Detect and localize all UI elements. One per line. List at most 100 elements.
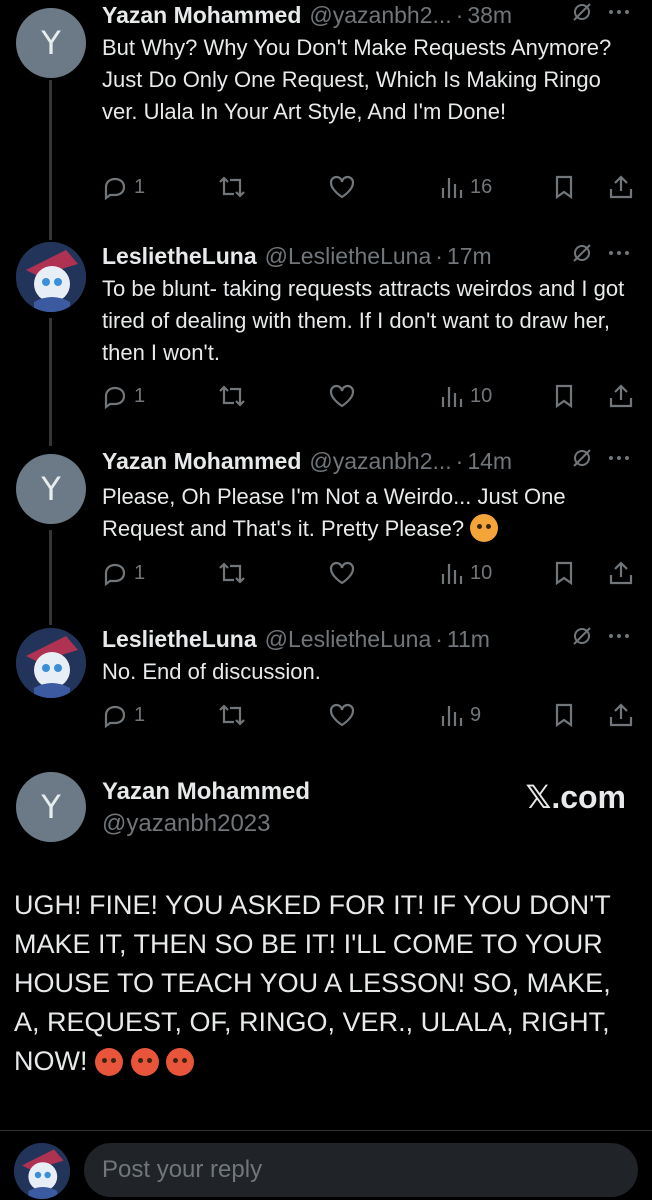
share-button[interactable] <box>608 381 634 411</box>
avatar[interactable]: Y <box>16 8 86 78</box>
author-name[interactable]: LeslietheLuna <box>102 626 257 653</box>
main-tweet-text: UGH! FINE! YOU ASKED FOR IT! IF YOU DON'… <box>14 890 611 1076</box>
views-icon <box>441 387 463 407</box>
bookmark-button[interactable] <box>552 700 576 730</box>
separator-dot: · <box>435 625 443 652</box>
views-button[interactable]: 10 <box>440 381 492 411</box>
share-button[interactable] <box>608 172 634 202</box>
heart-icon <box>329 175 355 199</box>
share-icon <box>609 561 633 585</box>
like-button[interactable] <box>328 172 356 202</box>
avatar[interactable]: Y <box>16 454 86 524</box>
bookmark-icon <box>555 703 573 728</box>
like-button[interactable] <box>328 700 356 730</box>
reply-count: 1 <box>134 175 146 198</box>
reply-input[interactable]: Post your reply <box>84 1143 638 1197</box>
reply-button[interactable]: 1 <box>102 172 145 202</box>
reply-icon <box>104 177 126 200</box>
angry-face-emoji <box>166 1048 195 1076</box>
tweet[interactable]: LeslietheLuna @LeslietheLuna · 17m To be… <box>0 236 652 446</box>
author-name[interactable]: LeslietheLuna <box>102 243 257 270</box>
separator-dot: · <box>455 1 464 28</box>
views-button[interactable]: 16 <box>440 172 492 202</box>
repost-button[interactable] <box>217 558 247 588</box>
main-author-name[interactable]: Yazan Mohammed <box>102 778 310 806</box>
author-name[interactable]: Yazan Mohammed <box>102 448 301 475</box>
author-handle[interactable]: @LeslietheLuna <box>265 626 432 653</box>
tweet-text: No. End of discussion. <box>102 659 321 684</box>
main-author-handle[interactable]: @yazanbh2023 <box>102 810 271 838</box>
separator-dot: · <box>455 447 464 474</box>
timestamp[interactable]: 17m <box>447 243 492 270</box>
more-options-icon[interactable] <box>606 446 632 476</box>
views-icon <box>441 178 463 198</box>
share-button[interactable] <box>608 700 634 730</box>
x-logo: 𝕏.com <box>525 779 626 815</box>
bookmark-icon <box>555 561 573 586</box>
avatar[interactable] <box>16 242 86 312</box>
more-options-icon[interactable] <box>606 0 632 30</box>
repost-icon <box>219 176 245 198</box>
bookmark-button[interactable] <box>552 172 576 202</box>
grok-icon[interactable] <box>570 446 594 476</box>
views-icon <box>441 706 463 726</box>
tweet[interactable]: LeslietheLuna @LeslietheLuna · 11m No. E… <box>0 622 652 752</box>
like-button[interactable] <box>328 381 356 411</box>
tweet[interactable]: Y Yazan Mohammed @yazanbh2... · 14m Plea… <box>0 446 652 622</box>
author-handle[interactable]: @yazanbh2... <box>309 448 451 475</box>
reply-button[interactable]: 1 <box>102 381 145 411</box>
avatar[interactable] <box>16 628 86 698</box>
views-icon <box>441 564 463 584</box>
repost-icon <box>219 385 245 407</box>
reply-icon <box>104 386 126 409</box>
share-button[interactable] <box>608 558 634 588</box>
timestamp[interactable]: 14m <box>467 448 512 475</box>
author-handle[interactable]: @LeslietheLuna <box>265 243 432 270</box>
tweet-text: But Why? Why You Don't Make Requests Any… <box>102 35 612 124</box>
tweet[interactable]: Y Yazan Mohammed @yazanbh2... · 38m But … <box>0 0 652 232</box>
views-button[interactable]: 10 <box>440 558 492 588</box>
grok-icon[interactable] <box>570 624 594 654</box>
user-avatar[interactable] <box>14 1143 70 1199</box>
repost-button[interactable] <box>217 381 247 411</box>
views-button[interactable]: 9 <box>440 700 481 730</box>
bookmark-button[interactable] <box>552 558 576 588</box>
repost-button[interactable] <box>217 172 247 202</box>
view-count: 10 <box>470 561 493 584</box>
grok-icon[interactable] <box>570 241 594 271</box>
grok-icon[interactable] <box>570 0 594 30</box>
reply-icon <box>104 563 126 586</box>
more-options-icon[interactable] <box>606 241 632 271</box>
tweet-text: Please, Oh Please I'm Not a Weirdo... Ju… <box>102 484 566 542</box>
bookmark-icon <box>555 384 573 409</box>
angry-face-emoji <box>95 1048 124 1076</box>
heart-icon <box>329 561 355 585</box>
like-button[interactable] <box>328 558 356 588</box>
reply-button[interactable]: 1 <box>102 558 145 588</box>
tweet-text: To be blunt- taking requests attracts we… <box>102 276 625 365</box>
view-count: 16 <box>470 175 493 198</box>
view-count: 10 <box>470 384 493 407</box>
author-handle[interactable]: @yazanbh2... <box>309 2 451 29</box>
reply-count: 1 <box>134 561 146 584</box>
view-count: 9 <box>470 703 482 726</box>
reply-icon <box>104 705 126 728</box>
bookmark-icon <box>555 175 573 200</box>
bookmark-button[interactable] <box>552 381 576 411</box>
author-name[interactable]: Yazan Mohammed <box>102 2 301 29</box>
reply-count: 1 <box>134 384 146 407</box>
repost-button[interactable] <box>217 700 247 730</box>
reply-button[interactable]: 1 <box>102 700 145 730</box>
repost-icon <box>219 704 245 726</box>
share-icon <box>609 175 633 199</box>
separator-dot: · <box>435 242 443 269</box>
timestamp[interactable]: 38m <box>467 2 512 29</box>
timestamp[interactable]: 11m <box>447 626 490 653</box>
main-avatar[interactable]: Y <box>16 772 86 842</box>
more-options-icon[interactable] <box>606 624 632 654</box>
heart-icon <box>329 703 355 727</box>
share-icon <box>609 703 633 727</box>
repost-icon <box>219 562 245 584</box>
share-icon <box>609 384 633 408</box>
angry-face-emoji <box>130 1048 159 1076</box>
